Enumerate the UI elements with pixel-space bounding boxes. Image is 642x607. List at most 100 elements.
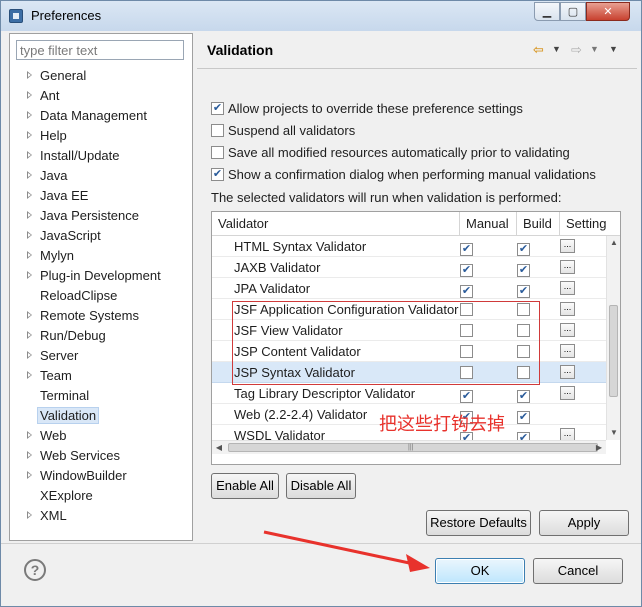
title-bar[interactable]: Preferences ▁ ▢ ✕: [1, 1, 641, 31]
ok-button[interactable]: OK: [435, 558, 525, 584]
tree-item[interactable]: WindowBuilder: [10, 466, 192, 486]
expand-arrow-icon[interactable]: [27, 371, 32, 379]
tree-item[interactable]: Java: [10, 166, 192, 186]
settings-button[interactable]: ...: [560, 260, 575, 274]
forward-history-dropdown-icon[interactable]: ▼: [590, 44, 599, 54]
forward-arrow-icon[interactable]: ⇨: [571, 42, 582, 58]
tree-item[interactable]: Team: [10, 366, 192, 386]
vertical-scrollbar[interactable]: ▲ ▼: [606, 236, 620, 440]
scroll-right-icon[interactable]: ▶: [592, 441, 606, 455]
expand-arrow-icon[interactable]: [27, 191, 32, 199]
manual-checkbox-checked[interactable]: ✔: [460, 264, 473, 277]
tree-item[interactable]: XML: [10, 506, 192, 526]
tree-item[interactable]: Data Management: [10, 106, 192, 126]
apply-button[interactable]: Apply: [539, 510, 629, 536]
column-header-build[interactable]: Build: [517, 212, 560, 236]
tree-item[interactable]: JavaScript: [10, 226, 192, 246]
expand-arrow-icon[interactable]: [27, 331, 32, 339]
manual-checkbox-unchecked[interactable]: [460, 324, 473, 337]
manual-checkbox-unchecked[interactable]: [460, 366, 473, 379]
expand-arrow-icon[interactable]: [27, 271, 32, 279]
maximize-button[interactable]: ▢: [560, 2, 586, 21]
tree-item[interactable]: Web: [10, 426, 192, 446]
build-checkbox-checked[interactable]: ✔: [517, 264, 530, 277]
settings-button[interactable]: ...: [560, 386, 575, 400]
expand-arrow-icon[interactable]: [27, 471, 32, 479]
expand-arrow-icon[interactable]: [27, 111, 32, 119]
disable-all-button[interactable]: Disable All: [286, 473, 356, 499]
build-checkbox-checked[interactable]: ✔: [517, 390, 530, 403]
tree-item[interactable]: General: [10, 66, 192, 86]
option-row[interactable]: ✔ Allow projects to override these prefer…: [211, 99, 523, 117]
tree-item[interactable]: Help: [10, 126, 192, 146]
tree-item[interactable]: Install/Update: [10, 146, 192, 166]
build-checkbox-unchecked[interactable]: [517, 345, 530, 358]
option-row[interactable]: Suspend all validators: [211, 121, 355, 139]
settings-button[interactable]: ...: [560, 365, 575, 379]
tree-item[interactable]: Validation: [10, 406, 192, 426]
expand-arrow-icon[interactable]: [27, 251, 32, 259]
expand-arrow-icon[interactable]: [27, 131, 32, 139]
tree-item[interactable]: Java EE: [10, 186, 192, 206]
horizontal-scrollbar[interactable]: ◀ ||| ▶: [212, 440, 606, 454]
tree-item[interactable]: Mylyn: [10, 246, 192, 266]
checkbox-checked[interactable]: ✔: [211, 101, 224, 115]
table-row[interactable]: JSF Application Configuration Validator.…: [212, 299, 606, 320]
scroll-down-icon[interactable]: ▼: [607, 426, 620, 440]
expand-arrow-icon[interactable]: [27, 351, 32, 359]
table-row[interactable]: JSF View Validator...: [212, 320, 606, 341]
cancel-button[interactable]: Cancel: [533, 558, 623, 584]
build-checkbox-unchecked[interactable]: [517, 366, 530, 379]
tree-item[interactable]: XExplore: [10, 486, 192, 506]
checkbox-unchecked[interactable]: [211, 123, 224, 137]
settings-button[interactable]: ...: [560, 302, 575, 316]
tree-item[interactable]: ReloadClipse: [10, 286, 192, 306]
build-checkbox-unchecked[interactable]: [517, 324, 530, 337]
restore-defaults-button[interactable]: Restore Defaults: [426, 510, 531, 536]
tree-item[interactable]: Java Persistence: [10, 206, 192, 226]
build-checkbox-checked[interactable]: ✔: [517, 243, 530, 256]
view-menu-icon[interactable]: ▼: [609, 44, 618, 54]
table-row[interactable]: JSP Content Validator...: [212, 341, 606, 362]
settings-button[interactable]: ...: [560, 239, 575, 253]
expand-arrow-icon[interactable]: [27, 431, 32, 439]
checkbox-unchecked[interactable]: [211, 145, 224, 159]
manual-checkbox-unchecked[interactable]: [460, 345, 473, 358]
expand-arrow-icon[interactable]: [27, 311, 32, 319]
tree-item[interactable]: Server: [10, 346, 192, 366]
vertical-scroll-thumb[interactable]: [609, 305, 618, 397]
option-row[interactable]: ✔ Show a confirmation dialog when perform…: [211, 165, 596, 183]
tree-item[interactable]: Run/Debug: [10, 326, 192, 346]
minimize-button[interactable]: ▁: [534, 2, 560, 21]
column-header-manual[interactable]: Manual: [460, 212, 517, 236]
build-checkbox-checked[interactable]: ✔: [517, 285, 530, 298]
checkbox-checked[interactable]: ✔: [211, 167, 224, 181]
manual-checkbox-unchecked[interactable]: [460, 303, 473, 316]
table-row[interactable]: HTML Syntax Validator ✔ ✔...: [212, 236, 606, 257]
build-checkbox-unchecked[interactable]: [517, 303, 530, 316]
close-button[interactable]: ✕: [586, 2, 630, 21]
back-history-dropdown-icon[interactable]: ▼: [552, 44, 561, 54]
table-row[interactable]: Tag Library Descriptor Validator ✔ ✔...: [212, 383, 606, 404]
expand-arrow-icon[interactable]: [27, 151, 32, 159]
manual-checkbox-checked[interactable]: ✔: [460, 243, 473, 256]
scroll-up-icon[interactable]: ▲: [607, 236, 620, 250]
column-header-settings[interactable]: Settings: [560, 212, 606, 236]
expand-arrow-icon[interactable]: [27, 231, 32, 239]
option-row[interactable]: Save all modified resources automaticall…: [211, 143, 570, 161]
expand-arrow-icon[interactable]: [27, 211, 32, 219]
help-icon[interactable]: ?: [24, 559, 46, 581]
filter-input[interactable]: [16, 40, 184, 60]
expand-arrow-icon[interactable]: [27, 71, 32, 79]
column-header-validator[interactable]: Validator: [212, 212, 460, 236]
scroll-left-icon[interactable]: ◀: [212, 441, 226, 455]
manual-checkbox-checked[interactable]: ✔: [460, 390, 473, 403]
build-checkbox-checked[interactable]: ✔: [517, 411, 530, 424]
table-row[interactable]: JSP Syntax Validator...: [212, 362, 606, 383]
table-row[interactable]: JPA Validator ✔ ✔...: [212, 278, 606, 299]
settings-button[interactable]: ...: [560, 344, 575, 358]
tree-item[interactable]: Terminal: [10, 386, 192, 406]
tree-item[interactable]: Web Services: [10, 446, 192, 466]
tree-item[interactable]: Plug-in Development: [10, 266, 192, 286]
settings-button[interactable]: ...: [560, 323, 575, 337]
